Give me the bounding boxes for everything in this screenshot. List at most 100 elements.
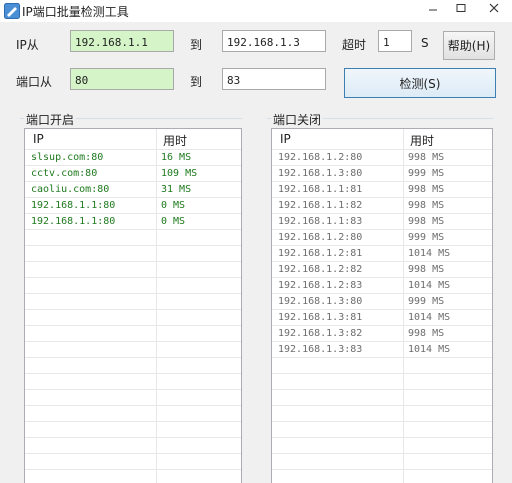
row-time[interactable]: 31 MS (161, 184, 191, 195)
column-divider (156, 129, 157, 483)
row-separator (272, 165, 492, 166)
ip-to-input[interactable]: 192.168.1.3 (222, 30, 326, 52)
row-separator (272, 389, 492, 390)
close-icon (489, 3, 499, 13)
minimize-icon (429, 9, 437, 11)
row-separator (25, 149, 241, 150)
help-button[interactable]: 帮助(H) (443, 31, 495, 60)
row-separator (25, 261, 241, 262)
row-time[interactable]: 1014 MS (408, 280, 450, 291)
row-separator (272, 309, 492, 310)
ip-from-input[interactable]: 192.168.1.1 (70, 30, 174, 52)
row-time[interactable]: 0 MS (161, 200, 185, 211)
row-separator (272, 453, 492, 454)
timeout-input[interactable]: 1 (378, 30, 412, 52)
row-ip[interactable]: 192.168.1.1:80 (31, 216, 115, 227)
closed-ports-header: IP 用时 (272, 129, 492, 149)
row-separator (25, 197, 241, 198)
row-separator (25, 421, 241, 422)
detect-button[interactable]: 检测(S) (344, 68, 496, 98)
row-separator (272, 421, 492, 422)
column-header-time[interactable]: 用时 (163, 132, 187, 149)
row-ip[interactable]: caoliu.com:80 (31, 184, 109, 195)
app-icon (4, 3, 20, 19)
row-separator (25, 309, 241, 310)
closed-ports-list[interactable]: IP 用时 192.168.1.2:80 998 MS 192.168.1.3:80… (271, 128, 493, 483)
row-ip[interactable]: 192.168.1.1:81 (278, 184, 362, 195)
closed-ports-title: 端口关闭 (271, 111, 324, 128)
row-separator (272, 341, 492, 342)
row-time[interactable]: 1014 MS (408, 312, 450, 323)
row-time[interactable]: 998 MS (408, 200, 444, 211)
row-time[interactable]: 1014 MS (408, 344, 450, 355)
row-separator (25, 357, 241, 358)
row-ip[interactable]: 192.168.1.2:80 (278, 152, 362, 163)
row-separator (272, 197, 492, 198)
row-separator (25, 213, 241, 214)
row-ip[interactable]: 192.168.1.3:83 (278, 344, 362, 355)
row-ip[interactable]: 192.168.1.2:81 (278, 248, 362, 259)
row-time[interactable]: 998 MS (408, 264, 444, 275)
row-separator (272, 469, 492, 470)
row-time[interactable]: 998 MS (408, 216, 444, 227)
row-ip[interactable]: cctv.com:80 (31, 168, 97, 179)
row-separator (272, 245, 492, 246)
row-separator (272, 149, 492, 150)
row-time[interactable]: 109 MS (161, 168, 197, 179)
row-separator (25, 293, 241, 294)
row-time[interactable]: 999 MS (408, 296, 444, 307)
row-ip[interactable]: 192.168.1.2:83 (278, 280, 362, 291)
row-time[interactable]: 998 MS (408, 328, 444, 339)
row-separator (25, 229, 241, 230)
row-time[interactable]: 999 MS (408, 232, 444, 243)
row-separator (272, 437, 492, 438)
row-ip[interactable]: 192.168.1.1:82 (278, 200, 362, 211)
row-separator (25, 389, 241, 390)
row-separator (272, 261, 492, 262)
row-separator (25, 341, 241, 342)
row-separator (272, 229, 492, 230)
row-ip[interactable]: 192.168.1.3:80 (278, 296, 362, 307)
row-separator (25, 469, 241, 470)
maximize-button[interactable] (448, 0, 474, 18)
row-ip[interactable]: 192.168.1.3:81 (278, 312, 362, 323)
row-separator (272, 293, 492, 294)
row-separator (25, 245, 241, 246)
row-time[interactable]: 998 MS (408, 152, 444, 163)
row-separator (25, 325, 241, 326)
row-ip[interactable]: 192.168.1.1:80 (31, 200, 115, 211)
timeout-label: 超时 (342, 38, 367, 52)
row-time[interactable]: 16 MS (161, 152, 191, 163)
column-header-ip[interactable]: IP (280, 132, 291, 146)
row-ip[interactable]: slsup.com:80 (31, 152, 103, 163)
title-bar: IP端口批量检测工具 (0, 0, 512, 22)
port-from-label: 端口从 (16, 75, 53, 89)
column-header-time[interactable]: 用时 (410, 132, 434, 149)
port-from-input[interactable]: 80 (70, 68, 174, 90)
column-header-ip[interactable]: IP (33, 132, 44, 146)
row-separator (25, 373, 241, 374)
port-to-input[interactable]: 83 (222, 68, 326, 90)
row-ip[interactable]: 192.168.1.2:82 (278, 264, 362, 275)
row-separator (272, 277, 492, 278)
row-ip[interactable]: 192.168.1.3:80 (278, 168, 362, 179)
row-separator (25, 437, 241, 438)
row-separator (272, 357, 492, 358)
row-time[interactable]: 1014 MS (408, 248, 450, 259)
minimize-button[interactable] (420, 0, 446, 18)
close-button[interactable] (476, 0, 512, 18)
row-separator (272, 181, 492, 182)
row-separator (25, 165, 241, 166)
row-separator (272, 325, 492, 326)
open-ports-list[interactable]: IP 用时 slsup.com:80 16 MS cctv.com:80 109 MS… (24, 128, 242, 483)
row-ip[interactable]: 192.168.1.1:83 (278, 216, 362, 227)
row-time[interactable]: 0 MS (161, 216, 185, 227)
window-title: IP端口批量检测工具 (22, 5, 129, 19)
open-ports-header: IP 用时 (25, 129, 241, 149)
row-time[interactable]: 998 MS (408, 184, 444, 195)
row-ip[interactable]: 192.168.1.3:82 (278, 328, 362, 339)
open-ports-title: 端口开启 (24, 111, 77, 128)
app-window: IP端口批量检测工具 IP从 192.168.1.1 到 192.168.1.3… (0, 0, 512, 483)
row-ip[interactable]: 192.168.1.2:80 (278, 232, 362, 243)
row-time[interactable]: 999 MS (408, 168, 444, 179)
